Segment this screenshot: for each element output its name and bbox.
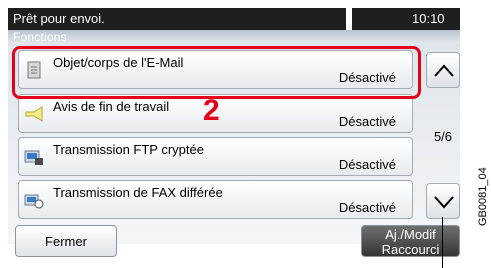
- item-label: Transmission de FAX différée: [53, 185, 223, 200]
- notification-icon: [25, 106, 43, 122]
- ftp-encrypted-icon: [24, 150, 43, 165]
- list-item-delayed-fax[interactable]: Transmission de FAX différée Désactivé: [18, 180, 413, 219]
- chevron-up-icon: [434, 64, 454, 77]
- item-status: Désactivé: [338, 114, 396, 129]
- item-label: Avis de fin de travail: [53, 99, 170, 114]
- page-indicator: 5/6: [433, 129, 453, 144]
- highlight-box: [12, 46, 421, 99]
- scroll-down-button[interactable]: [426, 183, 460, 219]
- item-status: Désactivé: [338, 200, 396, 215]
- status-message: Prêt pour envoi.: [13, 11, 105, 26]
- chevron-down-icon: [434, 196, 454, 209]
- step-number: 2: [203, 94, 220, 127]
- shortcut-button-label-line1: Aj./Modif: [385, 227, 436, 242]
- figure-code: GB0081_04: [477, 167, 489, 226]
- add-edit-shortcut-button[interactable]: Aj./Modif Raccourci: [361, 225, 460, 257]
- close-button[interactable]: Fermer: [15, 225, 117, 257]
- item-status: Désactivé: [338, 157, 396, 172]
- section-title: Fonctions: [13, 30, 67, 44]
- shortcut-button-label-line2: Raccourci: [381, 242, 440, 257]
- status-bar: Prêt pour envoi. 10:10: [8, 8, 460, 30]
- status-time: 10:10: [412, 11, 445, 26]
- status-separator: [346, 8, 352, 30]
- scroll-up-button[interactable]: [426, 52, 460, 88]
- close-button-label: Fermer: [45, 234, 87, 249]
- list-item-encrypted-ftp[interactable]: Transmission FTP cryptée Désactivé: [18, 137, 413, 176]
- section-header: Fonctions: [8, 30, 460, 44]
- item-label: Transmission FTP cryptée: [53, 142, 204, 157]
- device-screen: Prêt pour envoi. 10:10 Fonctions Objet/c…: [0, 0, 469, 268]
- delayed-fax-icon: [24, 194, 44, 209]
- callout-line: [442, 217, 443, 268]
